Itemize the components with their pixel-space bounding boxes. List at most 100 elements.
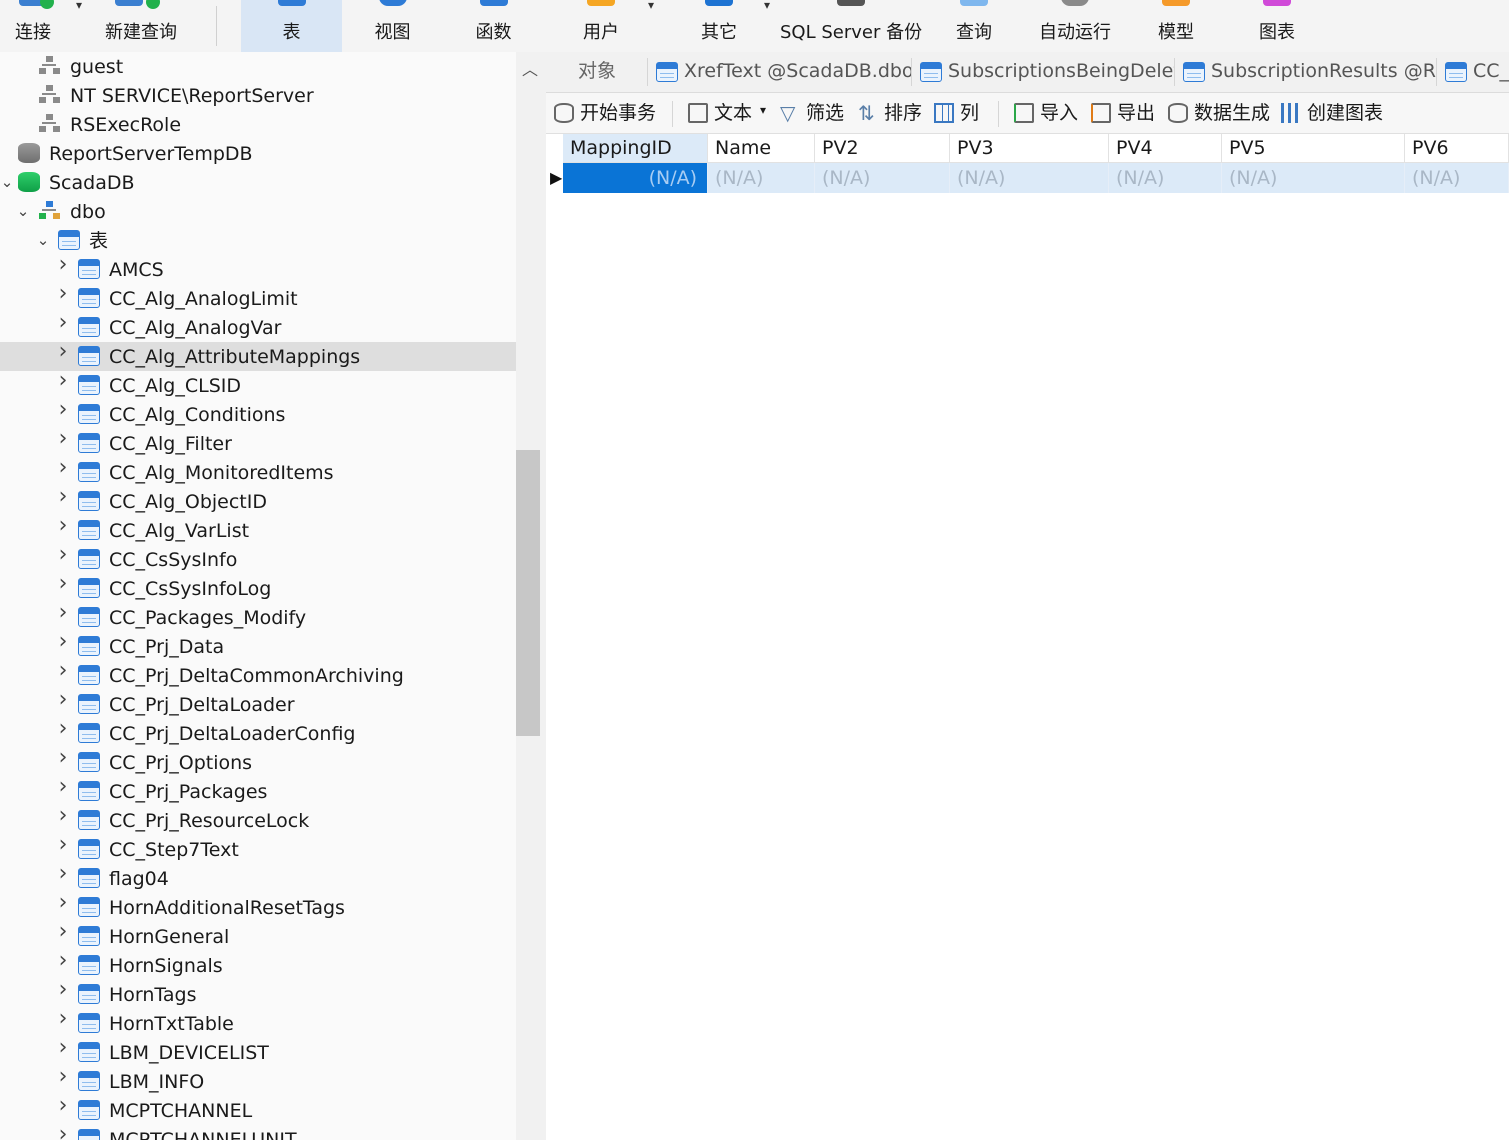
tab-cc-p[interactable]: CC_P (1437, 52, 1509, 92)
tab-subscription-results[interactable]: SubscriptionResults @R... (1175, 52, 1437, 92)
sql-server-backup-button[interactable]: SQL Server 备份 (780, 0, 922, 52)
model-button[interactable]: 模型 (1126, 0, 1226, 52)
tree-item-cc-alg-analogvar[interactable]: › CC_Alg_AnalogVar (0, 312, 516, 342)
tree-item-cc-alg-monitoreditems[interactable]: › CC_Alg_MonitoredItems (0, 457, 516, 487)
grid-cell-name[interactable]: (N/A) (708, 163, 815, 193)
tree-item-cc-prj-deltaloaderconfig[interactable]: › CC_Prj_DeltaLoaderConfig (0, 718, 516, 748)
tree-item-horngeneral[interactable]: › HornGeneral (0, 921, 516, 951)
chevron-right-icon[interactable]: › (56, 602, 70, 624)
tree-item-flag04[interactable]: › flag04 (0, 863, 516, 893)
grid-cell-pv4[interactable]: (N/A) (1109, 163, 1222, 193)
create-chart-button[interactable]: 创建图表 (1281, 93, 1389, 133)
charts-button[interactable]: 图表 (1226, 0, 1328, 52)
tree-item-cc-alg-analoglimit[interactable]: › CC_Alg_AnalogLimit (0, 283, 516, 313)
chevron-right-icon[interactable]: › (56, 544, 70, 566)
chevron-right-icon[interactable]: › (56, 399, 70, 421)
connect-button[interactable]: 连接 (0, 0, 66, 52)
column-header-pv2[interactable]: PV2 (815, 134, 950, 163)
tree-item-cc-prj-options[interactable]: › CC_Prj_Options (0, 747, 516, 777)
tree-item-dbo[interactable]: ⌄ dbo (0, 197, 516, 226)
text-button[interactable]: 文本 ▾ (688, 93, 770, 133)
query-button[interactable]: 查询 (924, 0, 1024, 52)
chevron-right-icon[interactable]: › (56, 863, 70, 885)
column-header-pv5[interactable]: PV5 (1222, 134, 1405, 163)
tree-item-[interactable]: ⌄ 表 (0, 226, 516, 255)
chevron-right-icon[interactable]: › (56, 631, 70, 653)
chevron-right-icon[interactable]: › (56, 718, 70, 740)
tree-item-cc-packages-modify[interactable]: › CC_Packages_Modify (0, 602, 516, 632)
chevron-right-icon[interactable]: › (56, 1008, 70, 1030)
tree-item-cc-cssysinfo[interactable]: › CC_CsSysInfo (0, 544, 516, 574)
users-button[interactable]: 用户 (550, 0, 652, 52)
chevron-down-icon[interactable]: ▾ (760, 103, 766, 117)
chevron-right-icon[interactable]: › (56, 834, 70, 856)
grid-cell-pv3[interactable]: (N/A) (950, 163, 1109, 193)
tree-item-nt-service-reportserver[interactable]: NT SERVICE\ReportServer (0, 81, 516, 110)
tree-item-guest[interactable]: guest (0, 52, 516, 81)
column-header-pv6[interactable]: PV6 (1405, 134, 1509, 163)
chevron-right-icon[interactable]: › (56, 892, 70, 914)
tree-item-cc-alg-filter[interactable]: › CC_Alg_Filter (0, 428, 516, 458)
connect-dropdown-button[interactable]: ▾ (66, 0, 88, 52)
chevron-right-icon[interactable]: › (56, 1037, 70, 1059)
chevron-right-icon[interactable]: › (56, 1124, 70, 1140)
tab-objects[interactable]: 对象 (546, 52, 648, 92)
filter-button[interactable]: ▽ 筛选 (780, 93, 850, 133)
chevron-right-icon[interactable]: › (56, 921, 70, 943)
import-button[interactable]: 导入 (1014, 93, 1084, 133)
functions-button[interactable]: 函数 (443, 0, 544, 52)
tree-item-lbm-info[interactable]: › LBM_INFO (0, 1066, 516, 1096)
chevron-right-icon[interactable]: › (56, 457, 70, 479)
tab-subscriptions-being-deleted[interactable]: SubscriptionsBeingDelet... (912, 52, 1175, 92)
chevron-right-icon[interactable]: › (56, 1066, 70, 1088)
tree-item-cc-prj-resourcelock[interactable]: › CC_Prj_ResourceLock (0, 805, 516, 835)
chevron-right-icon[interactable]: › (56, 1095, 70, 1117)
chevron-down-icon[interactable]: ⌄ (0, 173, 14, 191)
tree-item-mcptchannelunit[interactable]: › MCPTCHANNELUNIT (0, 1124, 516, 1140)
chevron-right-icon[interactable]: › (56, 428, 70, 450)
chevron-down-icon[interactable]: ⌄ (16, 202, 30, 220)
tree-item-hornadditionalresettags[interactable]: › HornAdditionalResetTags (0, 892, 516, 922)
data-generation-button[interactable]: 数据生成 (1168, 93, 1276, 133)
column-header-name[interactable]: Name (708, 134, 815, 163)
tree-item-cc-alg-varlist[interactable]: › CC_Alg_VarList (0, 515, 516, 545)
tree-item-cc-alg-attributemappings[interactable]: › CC_Alg_AttributeMappings (0, 341, 516, 371)
tree-item-hornsignals[interactable]: › HornSignals (0, 950, 516, 980)
users-dropdown-button[interactable]: ▾ (642, 0, 662, 52)
grid-cell-pv5[interactable]: (N/A) (1222, 163, 1405, 193)
chevron-right-icon[interactable]: › (56, 370, 70, 392)
grid-cell-pv6[interactable]: (N/A) (1405, 163, 1509, 193)
chevron-right-icon[interactable]: › (56, 515, 70, 537)
tree-item-horntags[interactable]: › HornTags (0, 979, 516, 1009)
grid-cell-pv2[interactable]: (N/A) (815, 163, 950, 193)
tree-item-cc-cssysinfolog[interactable]: › CC_CsSysInfoLog (0, 573, 516, 603)
chevron-right-icon[interactable]: › (56, 254, 70, 276)
grid-cell-mappingid[interactable]: (N/A) (563, 163, 708, 193)
tree-item-amcs[interactable]: › AMCS (0, 254, 516, 284)
tree-item-cc-alg-clsid[interactable]: › CC_Alg_CLSID (0, 370, 516, 400)
tree-item-reportservertempdb[interactable]: ReportServerTempDB (0, 139, 516, 168)
tree-item-cc-alg-objectid[interactable]: › CC_Alg_ObjectID (0, 486, 516, 516)
column-header-pv4[interactable]: PV4 (1109, 134, 1222, 163)
tree-item-mcptchannel[interactable]: › MCPTCHANNEL (0, 1095, 516, 1125)
chevron-right-icon[interactable]: › (56, 660, 70, 682)
chevron-up-icon[interactable]: ︿ (522, 56, 538, 80)
columns-button[interactable]: 列 (934, 93, 986, 133)
tree-item-cc-prj-deltaloader[interactable]: › CC_Prj_DeltaLoader (0, 689, 516, 719)
tree-item-rsexecrole[interactable]: RSExecRole (0, 110, 516, 139)
chevron-right-icon[interactable]: › (56, 776, 70, 798)
chevron-right-icon[interactable]: › (56, 689, 70, 711)
export-button[interactable]: 导出 (1091, 93, 1161, 133)
tables-button[interactable]: 表 (241, 0, 342, 52)
tree-item-scadadb[interactable]: ⌄ ScadaDB (0, 168, 516, 197)
tree-item-cc-alg-conditions[interactable]: › CC_Alg_Conditions (0, 399, 516, 429)
others-button[interactable]: 其它 (668, 0, 770, 52)
begin-transaction-button[interactable]: 开始事务 (554, 93, 662, 133)
chevron-right-icon[interactable]: › (56, 747, 70, 769)
tree-item-cc-prj-deltacommonarchiving[interactable]: › CC_Prj_DeltaCommonArchiving (0, 660, 516, 690)
sort-button[interactable]: ⇅ 排序 (858, 93, 928, 133)
tree-item-horntxttable[interactable]: › HornTxtTable (0, 1008, 516, 1038)
tree-scrollbar[interactable]: ︿ (516, 52, 546, 1140)
chevron-right-icon[interactable]: › (56, 950, 70, 972)
tree-item-cc-prj-data[interactable]: › CC_Prj_Data (0, 631, 516, 661)
